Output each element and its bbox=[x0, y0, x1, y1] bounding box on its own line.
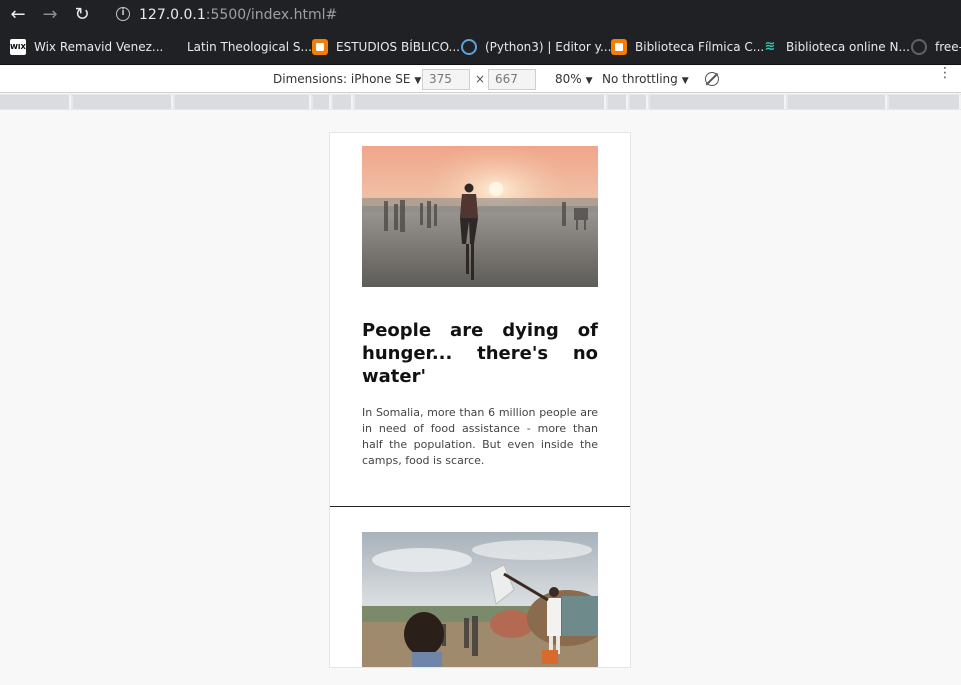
ruler-segment[interactable] bbox=[0, 95, 71, 109]
bookmark-free[interactable]: free- bbox=[911, 39, 961, 55]
ruler-segment[interactable] bbox=[608, 95, 628, 109]
ruler-segment[interactable] bbox=[333, 95, 353, 109]
ruler-segment[interactable] bbox=[650, 95, 786, 109]
bookmark-label: Biblioteca online N... bbox=[786, 40, 910, 54]
media-query-ruler[interactable] bbox=[0, 94, 961, 110]
browser-toolbar: ← → ↻ i 127.0.0.1:5500/index.html# bbox=[0, 0, 961, 30]
bookmark-label: (Python3) | Editor y... bbox=[485, 40, 612, 54]
blogger-icon bbox=[312, 39, 328, 55]
bookmark-label: free- bbox=[935, 40, 961, 54]
bookmark-label: ESTUDIOS BÍBLICO... bbox=[336, 40, 460, 54]
times-separator: × bbox=[475, 72, 486, 86]
dimensions-dropdown[interactable]: Dimensions: iPhone SE ▼ bbox=[273, 72, 421, 86]
chevron-down-icon: ▼ bbox=[681, 76, 689, 86]
site-info-icon[interactable]: i bbox=[116, 7, 130, 21]
wix-icon: WIX bbox=[10, 39, 26, 55]
ruler-segment[interactable] bbox=[175, 95, 311, 109]
python-icon bbox=[461, 39, 477, 55]
url-host: 127.0.0.1 bbox=[139, 7, 206, 23]
bookmark-label: Wix Remavid Venez... bbox=[34, 40, 164, 54]
article-card: People are dying of hunger... there's no… bbox=[330, 133, 630, 507]
rotate-icon[interactable] bbox=[705, 72, 719, 86]
throttling-label: No throttling bbox=[602, 72, 678, 86]
ruler-segment[interactable] bbox=[630, 95, 648, 109]
ruler-segment[interactable] bbox=[788, 95, 887, 109]
bookmark-biblioteca-online[interactable]: ≋ Biblioteca online N... bbox=[762, 39, 910, 55]
forward-arrow-icon[interactable]: → bbox=[40, 5, 60, 25]
address-bar[interactable]: i 127.0.0.1:5500/index.html# bbox=[106, 2, 961, 28]
url-path: :5500/index.html# bbox=[205, 7, 338, 23]
layers-icon: ≋ bbox=[764, 39, 776, 54]
device-toolbar: Dimensions: iPhone SE ▼ 375 × 667 80% ▼ No… bbox=[0, 66, 961, 93]
bookmark-wix[interactable]: WIX Wix Remavid Venez... bbox=[10, 39, 163, 55]
width-input[interactable]: 375 bbox=[422, 69, 470, 90]
bookmark-estudios-biblicos[interactable]: ESTUDIOS BÍBLICO... bbox=[312, 39, 460, 55]
blogger-icon bbox=[611, 39, 627, 55]
article-photo-sunset bbox=[362, 146, 598, 287]
ruler-segment[interactable] bbox=[313, 95, 331, 109]
article-photo-camp bbox=[362, 532, 598, 667]
bookmarks-bar: WIX Wix Remavid Venez... Latin Theologic… bbox=[0, 30, 961, 65]
github-icon bbox=[911, 39, 927, 55]
ruler-segment[interactable] bbox=[355, 95, 606, 109]
back-arrow-icon[interactable]: ← bbox=[8, 5, 28, 25]
chevron-down-icon: ▼ bbox=[585, 76, 593, 86]
url-text[interactable]: 127.0.0.1:5500/index.html# bbox=[139, 7, 337, 23]
zoom-dropdown[interactable]: 80% ▼ bbox=[555, 72, 593, 86]
height-input[interactable]: 667 bbox=[488, 69, 536, 90]
article-card bbox=[330, 508, 630, 667]
blank-icon bbox=[163, 39, 179, 55]
reload-icon[interactable]: ↻ bbox=[72, 5, 92, 25]
ruler-segment[interactable] bbox=[889, 95, 961, 109]
device-viewport: People are dying of hunger... there's no… bbox=[329, 132, 631, 668]
bookmark-biblioteca-filmica[interactable]: Biblioteca Fílmica C... bbox=[611, 39, 764, 55]
bookmark-label: Biblioteca Fílmica C... bbox=[635, 40, 765, 54]
article-headline[interactable]: People are dying of hunger... there's no… bbox=[362, 319, 598, 388]
bookmark-latin-theological[interactable]: Latin Theological S... bbox=[163, 39, 312, 55]
bookmark-python-editor[interactable]: (Python3) | Editor y... bbox=[461, 39, 611, 55]
throttling-dropdown[interactable]: No throttling ▼ bbox=[602, 72, 689, 86]
zoom-label: 80% bbox=[555, 72, 582, 86]
more-options-icon[interactable]: ⋮ bbox=[938, 66, 952, 80]
bookmark-label: Latin Theological S... bbox=[187, 40, 312, 54]
ruler-segment[interactable] bbox=[73, 95, 173, 109]
chevron-down-icon: ▼ bbox=[414, 76, 422, 86]
dimensions-label: Dimensions: iPhone SE bbox=[273, 72, 411, 86]
article-summary: In Somalia, more than 6 million people a… bbox=[362, 406, 598, 467]
